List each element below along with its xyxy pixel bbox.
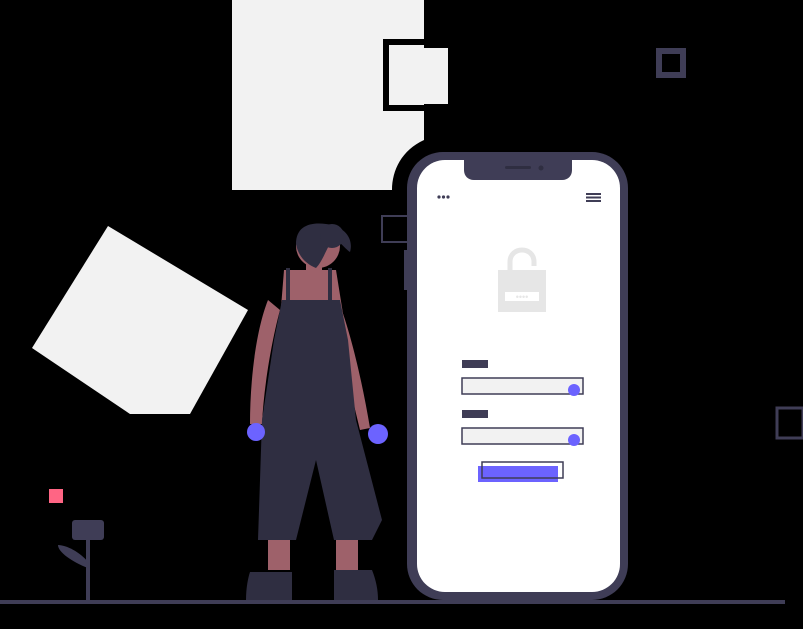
password-field[interactable] bbox=[461, 427, 584, 445]
username-field[interactable] bbox=[461, 377, 584, 395]
phone-screen bbox=[417, 160, 620, 592]
small-outline-square-right bbox=[775, 406, 803, 440]
more-dots-icon[interactable] bbox=[437, 195, 450, 199]
ground-line bbox=[0, 600, 785, 604]
password-dots: •••• bbox=[516, 292, 529, 302]
small-outline-square-mid bbox=[381, 215, 409, 243]
password-focus-dot bbox=[568, 434, 580, 446]
phone-device: •••• bbox=[404, 152, 628, 600]
speaker-slot bbox=[505, 166, 531, 169]
hamburger-menu-icon[interactable] bbox=[586, 193, 601, 202]
decorative-plant bbox=[58, 520, 104, 603]
username-label bbox=[462, 360, 488, 368]
login-illustration: •••• bbox=[0, 0, 803, 629]
phone-notch bbox=[464, 160, 572, 180]
small-outline-square-top-inner bbox=[662, 54, 680, 72]
username-focus-dot bbox=[568, 384, 580, 396]
pink-dot bbox=[49, 489, 63, 503]
left-hand-accent bbox=[247, 423, 265, 441]
password-label bbox=[462, 410, 488, 418]
diamond-shape bbox=[32, 226, 248, 414]
illustration-canvas: •••• bbox=[0, 0, 803, 604]
front-camera bbox=[538, 165, 544, 171]
login-submit-button[interactable] bbox=[478, 466, 558, 482]
woman-in-overalls bbox=[246, 223, 388, 600]
phone-side-button bbox=[404, 250, 408, 290]
small-square-fill bbox=[392, 48, 448, 104]
right-hand-accent bbox=[368, 424, 388, 444]
